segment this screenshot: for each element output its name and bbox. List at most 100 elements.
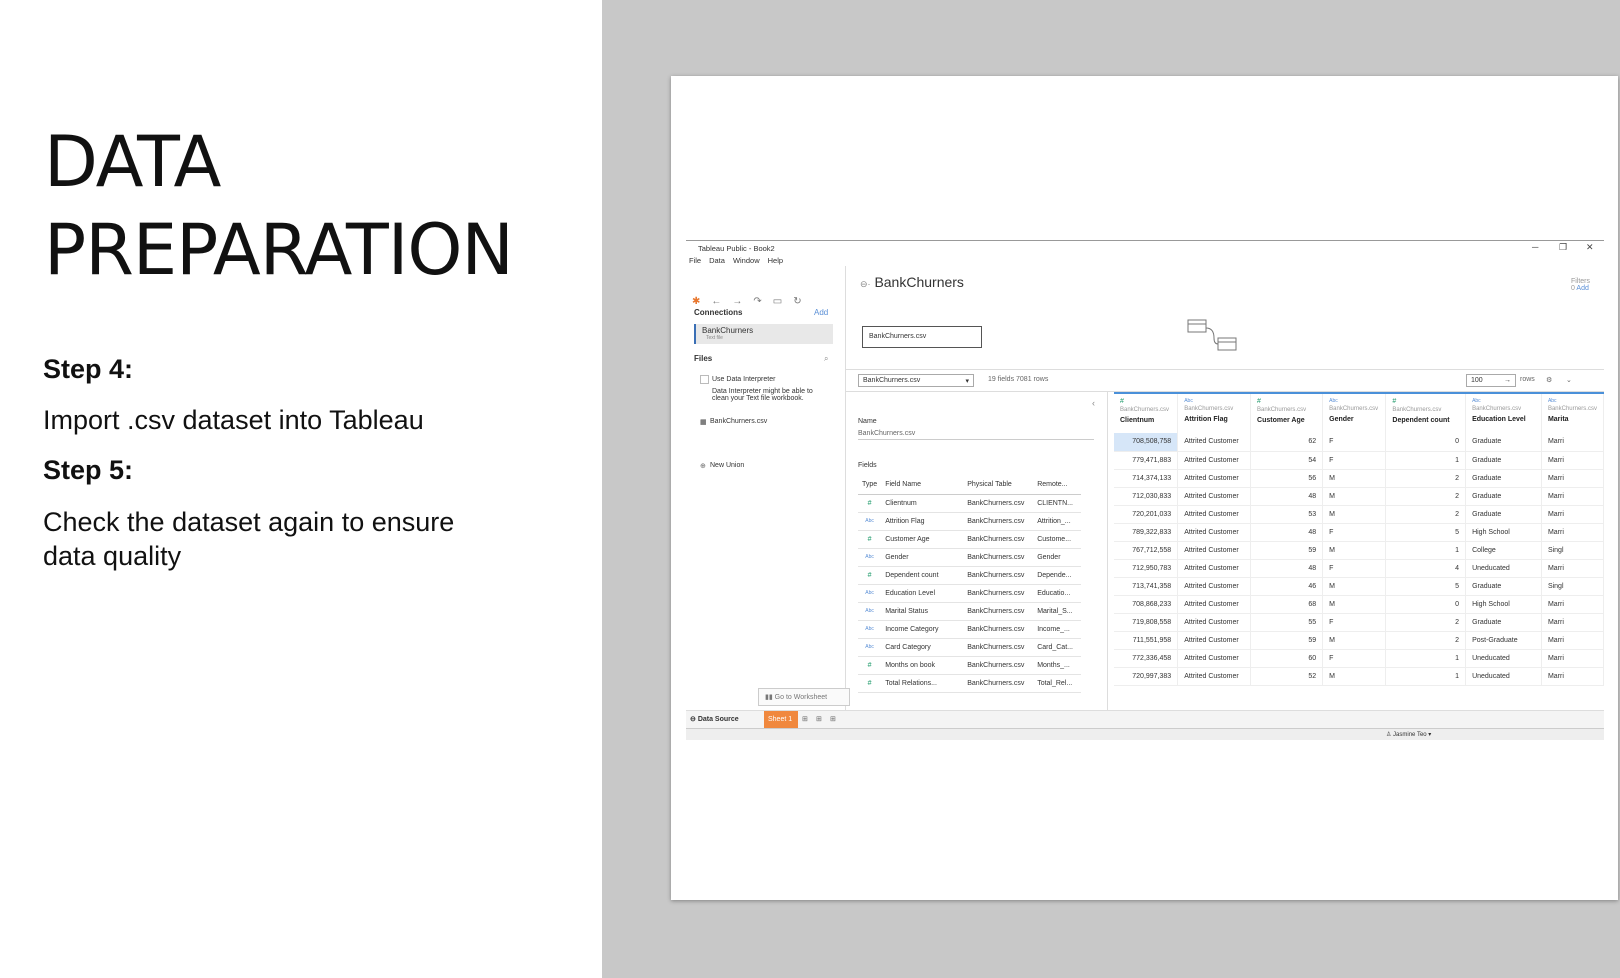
grid-cell: Marri	[1541, 613, 1604, 632]
table-row[interactable]: 779,471,883 Attrited Customer 54 F 1 Graduate…	[1114, 451, 1604, 470]
collapse-icon[interactable]: ‹	[1092, 398, 1095, 408]
grid-cell: M	[1322, 505, 1387, 524]
new-story-icon[interactable]: ⊞	[830, 715, 836, 723]
grid-cell: Graduate	[1465, 451, 1542, 470]
field-physical-table: BankChurners.csv	[963, 566, 1034, 585]
file-item[interactable]: BankChurners.csv	[710, 418, 767, 425]
grid-cell: Attrited Customer	[1177, 613, 1252, 632]
close-icon[interactable]: ✕	[1586, 242, 1594, 253]
grid-cell: 68	[1250, 595, 1324, 614]
grid-cell: M	[1322, 469, 1387, 488]
col-physical-table[interactable]: Physical Table	[963, 476, 1034, 495]
column-source: BankChurners.csv	[1184, 406, 1234, 412]
grid-column-header[interactable]: Abc BankChurners.csv Education Level	[1465, 392, 1542, 433]
back-icon[interactable]: ←	[711, 296, 721, 307]
grid-column-header[interactable]: # BankChurners.csv Dependent count	[1385, 392, 1467, 433]
table-row[interactable]: 711,551,958 Attrited Customer 59 M 2 Post-Gra…	[1114, 631, 1604, 650]
grid-cell: Attrited Customer	[1177, 667, 1252, 686]
grid-column-header[interactable]: Abc BankChurners.csv Marita	[1541, 392, 1604, 433]
table-row[interactable]: 714,374,133 Attrited Customer 56 M 2 Graduate…	[1114, 469, 1604, 488]
sheet-tab[interactable]: Sheet 1	[764, 711, 798, 729]
field-remote-name: Educatio...	[1033, 584, 1082, 603]
table-row[interactable]: 719,808,558 Attrited Customer 55 F 2 Graduate…	[1114, 613, 1604, 632]
field-row[interactable]: # Dependent count BankChurners.csv Depende.…	[858, 566, 1082, 585]
col-type[interactable]: Type	[858, 476, 882, 495]
table-row[interactable]: 708,508,758 Attrited Customer 62 F 0 Graduate…	[1114, 433, 1604, 452]
metadata-pane: ‹ Name BankChurners.csv Fields Type Fiel…	[846, 392, 1108, 710]
grid-cell: 712,030,833	[1114, 487, 1179, 506]
table-select-value: BankChurners.csv	[863, 377, 921, 384]
maximize-icon[interactable]: ❐	[1559, 242, 1567, 253]
field-row[interactable]: Abc Gender BankChurners.csv Gender	[858, 548, 1082, 567]
tableau-logo-icon[interactable]: ✱	[692, 296, 700, 307]
table-row[interactable]: 767,712,558 Attrited Customer 59 M 1 College S…	[1114, 541, 1604, 560]
col-field-name[interactable]: Field Name	[881, 476, 964, 495]
field-row[interactable]: Abc Marital Status BankChurners.csv Marital…	[858, 602, 1082, 621]
rows-value: 100	[1471, 377, 1483, 384]
settings-icon[interactable]: ⚙	[1546, 376, 1552, 384]
grid-cell: 767,712,558	[1114, 541, 1179, 560]
field-row[interactable]: Abc Attrition Flag BankChurners.csv Attriti…	[858, 512, 1082, 531]
canvas-table[interactable]: BankChurners.csv	[862, 326, 982, 348]
table-row[interactable]: 712,030,833 Attrited Customer 48 M 2 Graduate…	[1114, 487, 1604, 506]
table-select[interactable]: BankChurners.csv ▾	[858, 374, 974, 387]
minimize-icon[interactable]: ─	[1532, 242, 1538, 252]
interpreter-checkbox[interactable]	[700, 375, 709, 384]
redo-icon[interactable]: ↷	[753, 296, 761, 307]
grid-column-header[interactable]: Abc BankChurners.csv Gender	[1322, 392, 1387, 433]
new-sheet-icon[interactable]: ⊞	[802, 715, 808, 723]
grid-cell: Attrited Customer	[1177, 631, 1252, 650]
add-connection-link[interactable]: Add	[814, 308, 828, 317]
refresh-icon[interactable]: ↻	[793, 296, 801, 307]
search-icon[interactable]: ⌕	[824, 354, 828, 364]
grid-cell: High School	[1465, 523, 1542, 542]
chevron-icon[interactable]: ⌄	[1566, 376, 1572, 384]
table-row[interactable]: 712,950,783 Attrited Customer 48 F 4 Uneducat…	[1114, 559, 1604, 578]
column-name: Clientnum	[1120, 417, 1155, 424]
grid-cell: 5	[1385, 523, 1467, 542]
grid-cell: 60	[1250, 649, 1324, 668]
new-union-item[interactable]: New Union	[710, 462, 744, 469]
field-type-icon: Abc	[858, 548, 882, 567]
connection-item[interactable]: BankChurners Text file	[694, 324, 833, 344]
table-row[interactable]: 789,322,833 Attrited Customer 48 F 5 High Sch…	[1114, 523, 1604, 542]
grid-cell: 708,868,233	[1114, 595, 1179, 614]
field-name: Dependent count	[881, 566, 964, 585]
field-row[interactable]: Abc Education Level BankChurners.csv Educat…	[858, 584, 1082, 603]
column-type-icon: #	[1257, 398, 1261, 405]
field-row[interactable]: # Customer Age BankChurners.csv Custome...	[858, 530, 1082, 549]
grid-cell: Singl	[1541, 577, 1604, 596]
table-row[interactable]: 708,868,233 Attrited Customer 68 M 0 High Sch…	[1114, 595, 1604, 614]
rows-input[interactable]: 100 →	[1466, 374, 1516, 387]
col-remote[interactable]: Remote...	[1033, 476, 1082, 495]
user-icon: ♙	[1386, 732, 1394, 738]
field-row[interactable]: # Total Relations... BankChurners.csv Total…	[858, 674, 1082, 693]
forward-icon[interactable]: →	[732, 296, 742, 307]
grid-cell: Uneducated	[1465, 667, 1542, 686]
field-row[interactable]: # Months on book BankChurners.csv Months_..…	[858, 656, 1082, 675]
save-icon[interactable]: ▭	[773, 296, 782, 307]
new-dashboard-icon[interactable]: ⊞	[816, 715, 822, 723]
table-row[interactable]: 713,741,358 Attrited Customer 46 M 5 Graduate…	[1114, 577, 1604, 596]
table-row[interactable]: 720,997,383 Attrited Customer 52 M 1 Uneducat…	[1114, 667, 1604, 686]
grid-column-header[interactable]: Abc BankChurners.csv Attrition Flag	[1177, 392, 1252, 433]
grid-column-header[interactable]: # BankChurners.csv Clientnum	[1114, 392, 1179, 433]
grid-cell: Graduate	[1465, 613, 1542, 632]
grid-column-header[interactable]: # BankChurners.csv Customer Age	[1250, 392, 1324, 433]
relationship-diagram-icon	[1187, 319, 1237, 351]
datasource-title[interactable]: ⊖· BankChurners	[860, 274, 964, 290]
go-to-worksheet-button[interactable]: ▮▮ Go to Worksheet	[758, 688, 850, 706]
grid-cell: 53	[1250, 505, 1324, 524]
data-source-tab[interactable]: ⊖ Data Source	[690, 715, 739, 723]
table-row[interactable]: 720,201,033 Attrited Customer 53 M 2 Graduate…	[1114, 505, 1604, 524]
field-row[interactable]: # Clientnum BankChurners.csv CLIENTN...	[858, 494, 1082, 513]
grid-cell: 789,322,833	[1114, 523, 1179, 542]
field-row[interactable]: Abc Income Category BankChurners.csv Income…	[858, 620, 1082, 639]
field-row[interactable]: Abc Card Category BankChurners.csv Card_Cat…	[858, 638, 1082, 657]
name-field[interactable]: BankChurners.csv	[858, 430, 1094, 440]
user-menu[interactable]: ♙ Jasmine Teo ▾	[1386, 731, 1431, 738]
table-row[interactable]: 772,336,458 Attrited Customer 60 F 1 Uneducat…	[1114, 649, 1604, 668]
filters-add-link[interactable]: Add	[1576, 285, 1588, 292]
connections-label: Connections	[694, 308, 743, 317]
field-name: Clientnum	[881, 494, 964, 513]
